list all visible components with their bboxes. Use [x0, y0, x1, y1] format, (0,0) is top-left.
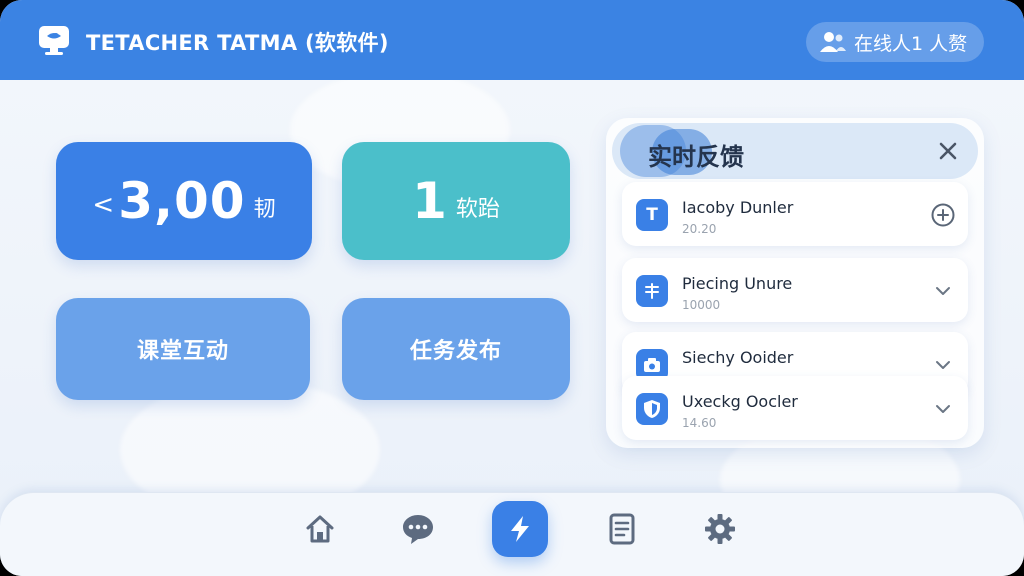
bottom-navigation: [0, 492, 1024, 576]
users-icon: [820, 32, 846, 52]
add-circle-icon[interactable]: [930, 202, 956, 228]
realtime-feedback-panel: 实时反馈 T Iacoby Dunler 20.20 Piecing Unure…: [606, 118, 984, 448]
feedback-panel-title: 实时反馈: [648, 143, 744, 171]
chevron-down-icon[interactable]: [930, 396, 956, 422]
nav-quick-action-button[interactable]: [492, 501, 548, 557]
close-icon[interactable]: [936, 139, 960, 163]
online-users-label: 在线人1 人赘: [854, 32, 968, 55]
chat-icon: [403, 515, 433, 544]
feedback-item-name: Piecing Unure: [682, 274, 793, 293]
monitor-logo-icon: [39, 26, 69, 55]
points-stat-card[interactable]: < 3,00 韧: [56, 142, 312, 260]
lightning-icon: [511, 516, 529, 542]
shield-glyph: [644, 400, 660, 418]
class-interaction-button[interactable]: 课堂互动: [56, 298, 310, 400]
chevron-down-icon[interactable]: [930, 352, 956, 378]
nav-document-button[interactable]: [602, 509, 642, 549]
camera-glyph: [644, 358, 660, 372]
feedback-item-name: Siechy Ooider: [682, 348, 794, 367]
feedback-item[interactable]: Uxeckg Oocler 14.60: [622, 376, 968, 440]
home-icon: [306, 515, 334, 543]
pin-icon: [636, 275, 668, 307]
feedback-item[interactable]: T Iacoby Dunler 20.20: [622, 182, 968, 246]
gear-icon: [705, 514, 735, 544]
count-unit: 软跆: [455, 197, 500, 222]
class-interaction-label: 课堂互动: [136, 339, 229, 364]
count-stat-card[interactable]: 1 软跆: [342, 142, 570, 260]
feedback-item-value: 10000: [682, 298, 721, 312]
nav-home-button[interactable]: [300, 509, 340, 549]
feedback-item-name: Uxeckg Oocler: [682, 392, 798, 411]
shield-icon: [636, 393, 668, 425]
feedback-panel-header: 实时反馈: [612, 123, 978, 179]
chevron-down-icon[interactable]: [930, 278, 956, 304]
feedback-item[interactable]: Piecing Unure 10000: [622, 258, 968, 322]
feedback-item-value: 20.20: [682, 222, 717, 236]
app-title: TETACHER TATMA (软软件): [86, 31, 389, 55]
header-bar: TETACHER TATMA (软软件) 在线人1 人赘: [0, 0, 1024, 80]
nav-chat-button[interactable]: [398, 509, 438, 549]
feedback-item-value: 14.60: [682, 416, 717, 430]
points-prefix: <: [92, 190, 115, 220]
task-publish-label: 任务发布: [409, 339, 502, 364]
feedback-item-name: Iacoby Dunler: [682, 198, 794, 217]
t-letter-icon: T: [636, 199, 668, 231]
document-icon: [609, 513, 635, 545]
points-unit: 韧: [253, 197, 276, 222]
pin-glyph: [645, 283, 659, 299]
count-value: 1: [412, 172, 448, 230]
task-publish-button[interactable]: 任务发布: [342, 298, 570, 400]
points-value: 3,00: [118, 172, 246, 230]
nav-settings-button[interactable]: [700, 509, 740, 549]
app-window: TETACHER TATMA (软软件) 在线人1 人赘 < 3,00 韧 1 …: [0, 0, 1024, 576]
online-users-badge[interactable]: 在线人1 人赘: [806, 22, 984, 62]
